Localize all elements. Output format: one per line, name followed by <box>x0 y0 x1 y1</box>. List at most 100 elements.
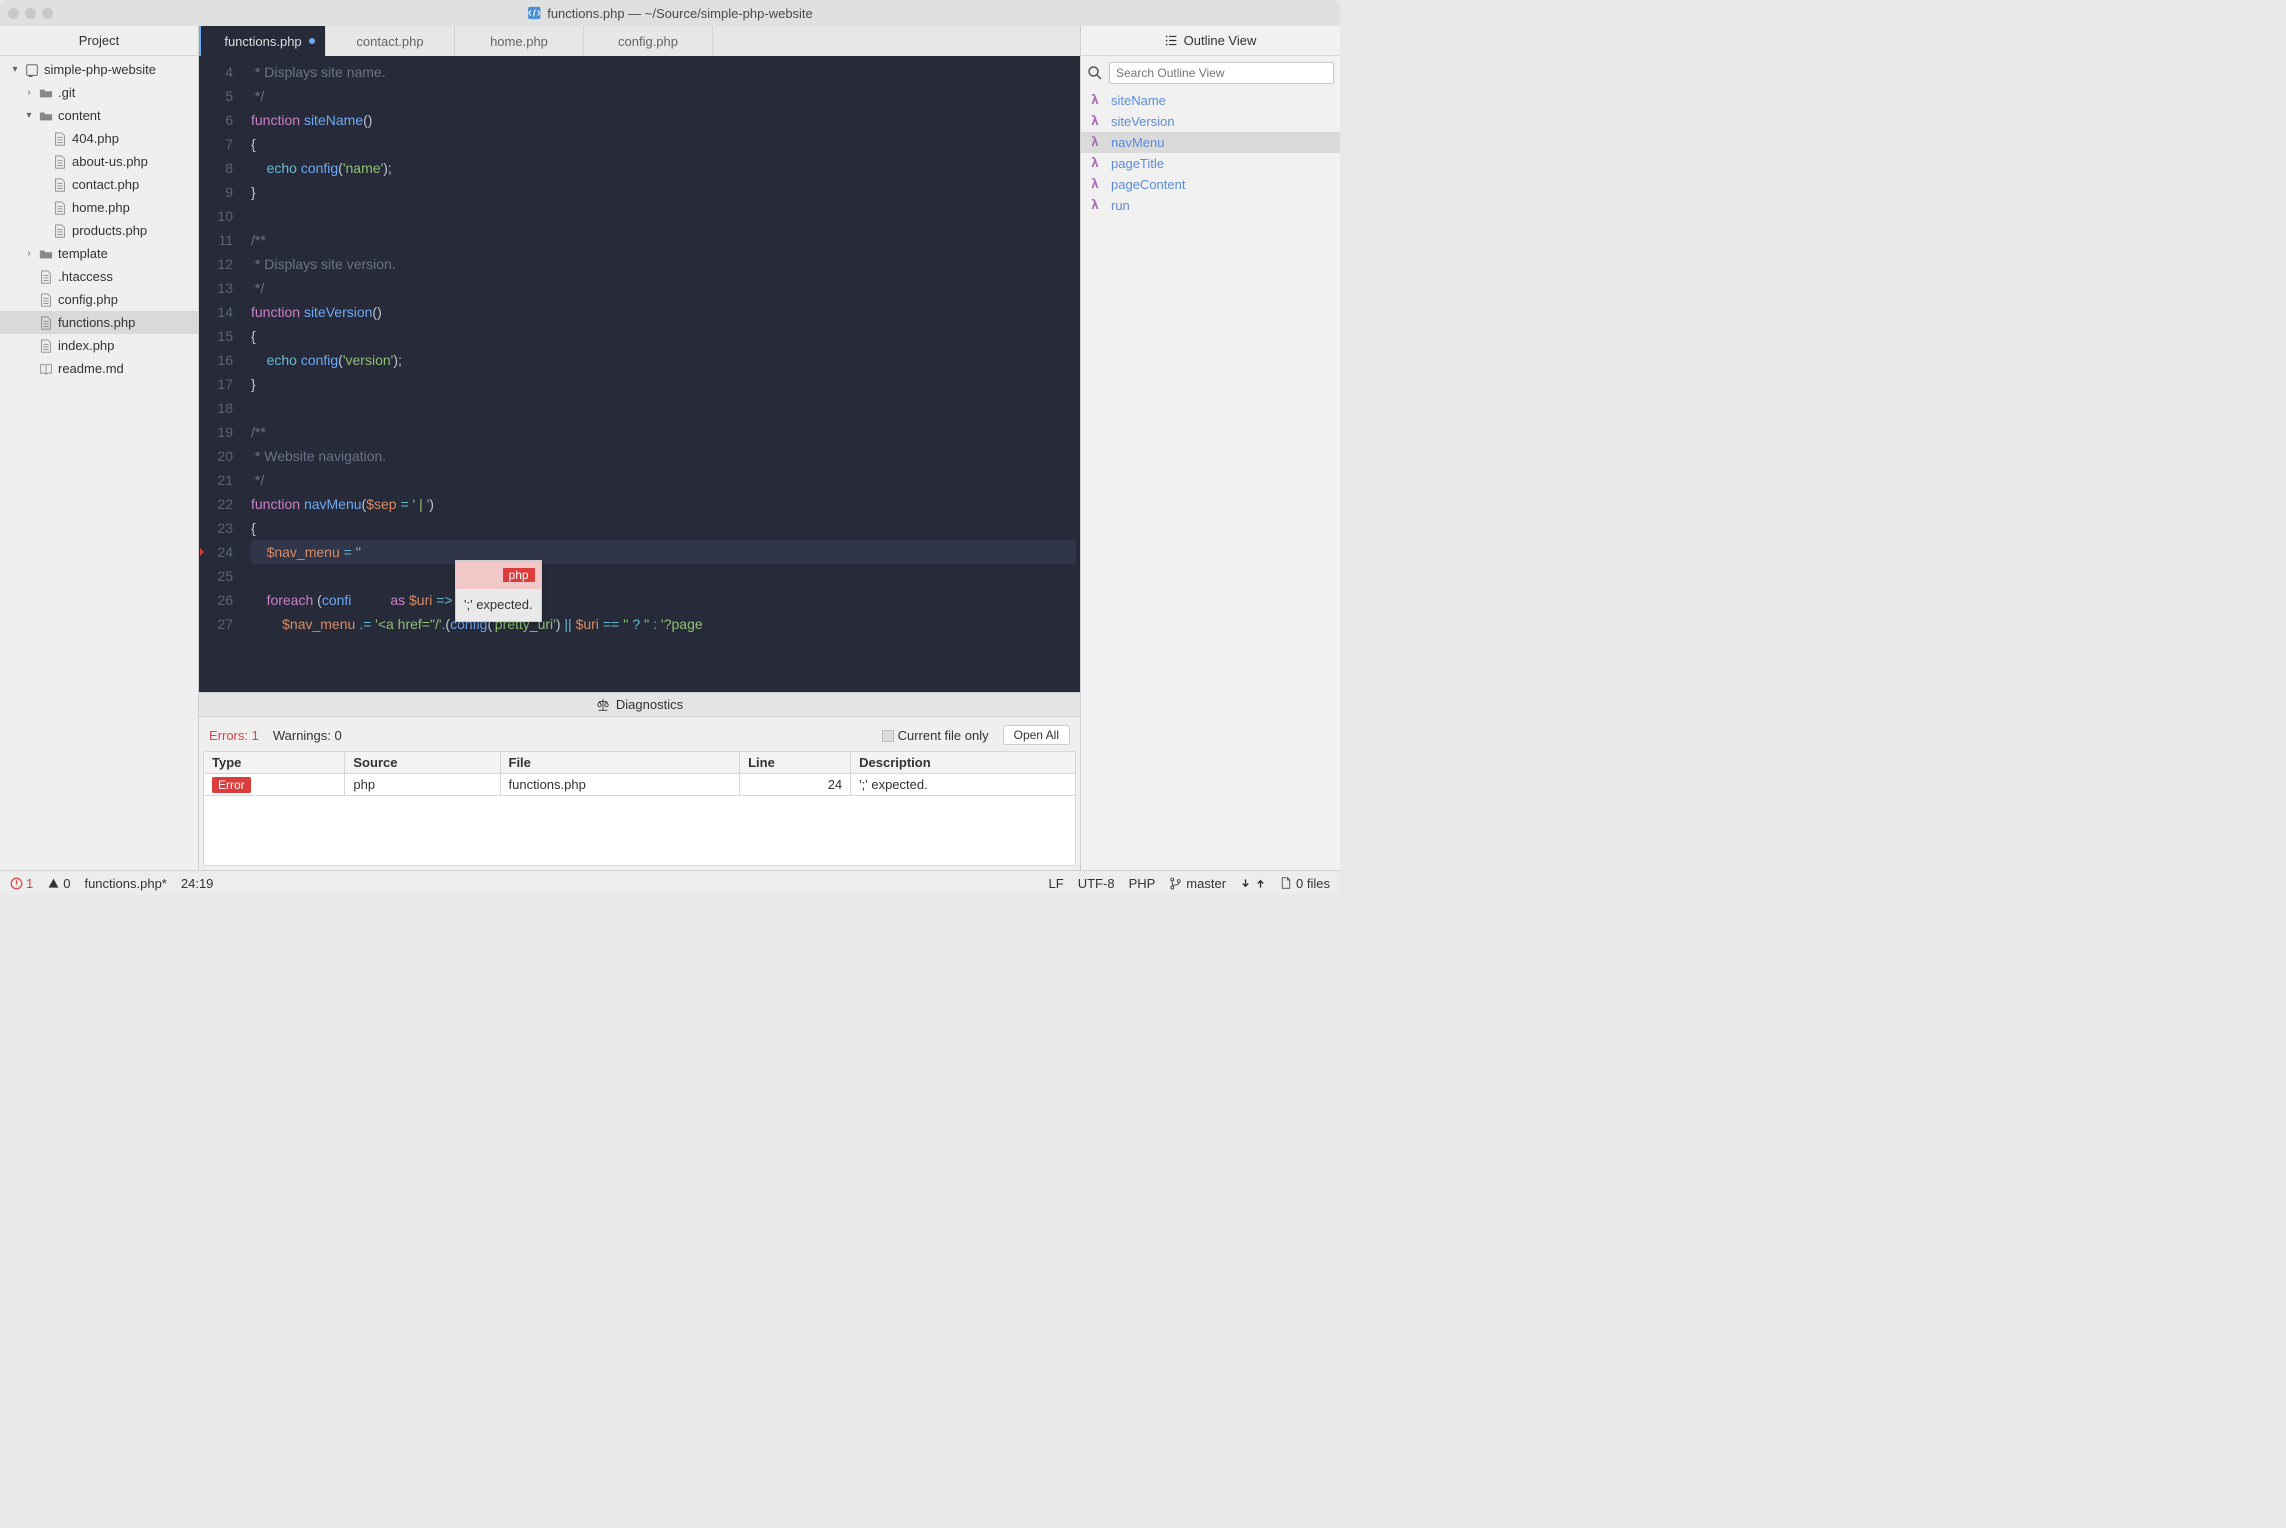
line-number: 4 <box>199 60 239 84</box>
error-icon <box>10 877 23 890</box>
code-line[interactable]: * Website navigation. <box>251 444 386 468</box>
code-line[interactable]: { <box>251 516 256 540</box>
error-badge: Error <box>212 777 251 793</box>
traffic-zoom-icon[interactable] <box>42 8 53 19</box>
status-eol[interactable]: LF <box>1049 876 1064 891</box>
code-line[interactable]: $nav_menu = '' <box>251 540 1076 564</box>
outline-item[interactable]: λsiteName <box>1081 90 1340 111</box>
code-line[interactable]: */ <box>251 84 264 108</box>
tooltip-lang-badge: php <box>503 568 535 582</box>
line-number: 13 <box>199 276 239 300</box>
outline-header[interactable]: Outline View <box>1081 26 1340 56</box>
tree-item[interactable]: config.php <box>0 288 198 311</box>
file-icon <box>52 224 68 238</box>
file-icon <box>1280 877 1292 889</box>
tree-item[interactable]: products.php <box>0 219 198 242</box>
outline-item[interactable]: λpageContent <box>1081 174 1340 195</box>
lambda-icon: λ <box>1091 177 1103 192</box>
status-language[interactable]: PHP <box>1129 876 1156 891</box>
line-number: 22 <box>199 492 239 516</box>
code-line[interactable]: echo config('name'); <box>251 156 392 180</box>
traffic-minimize-icon[interactable] <box>25 8 36 19</box>
code-line[interactable]: function siteVersion() <box>251 300 382 324</box>
status-file[interactable]: functions.php* <box>84 876 166 891</box>
outline-item[interactable]: λrun <box>1081 195 1340 216</box>
tree-item[interactable]: .htaccess <box>0 265 198 288</box>
status-git-branch[interactable]: master <box>1169 876 1226 891</box>
line-number: 9 <box>199 180 239 204</box>
tab-label: home.php <box>490 34 548 49</box>
tree-item[interactable]: contact.php <box>0 173 198 196</box>
outline-item[interactable]: λnavMenu <box>1081 132 1340 153</box>
diag-header[interactable]: Description <box>851 752 1076 774</box>
outline-item[interactable]: λsiteVersion <box>1081 111 1340 132</box>
tree-item[interactable]: ›template <box>0 242 198 265</box>
line-number: 23 <box>199 516 239 540</box>
code-line[interactable]: */ <box>251 468 264 492</box>
diag-row[interactable]: Errorphpfunctions.php24';' expected. <box>204 774 1076 796</box>
tree-item[interactable]: 404.php <box>0 127 198 150</box>
code-line[interactable]: { <box>251 132 256 156</box>
file-icon <box>52 155 68 169</box>
code-line[interactable]: /** <box>251 420 266 444</box>
project-header[interactable]: Project <box>0 26 198 56</box>
editor-tab[interactable]: home.php <box>455 26 584 56</box>
lambda-icon: λ <box>1091 135 1103 150</box>
code-line[interactable]: echo config('version'); <box>251 348 402 372</box>
diag-header[interactable]: Line <box>740 752 851 774</box>
diagnostics-header[interactable]: Diagnostics <box>199 692 1080 716</box>
code-line[interactable]: function navMenu($sep = ' | ') <box>251 492 434 516</box>
line-number: 6 <box>199 108 239 132</box>
editor[interactable]: 4 * Displays site name.5 */6function sit… <box>199 56 1080 692</box>
code-line[interactable]: * Displays site name. <box>251 60 386 84</box>
search-icon[interactable] <box>1087 65 1103 81</box>
outline-item[interactable]: λpageTitle <box>1081 153 1340 174</box>
tree-item[interactable]: ▾content <box>0 104 198 127</box>
traffic-close-icon[interactable] <box>8 8 19 19</box>
code-line[interactable]: } <box>251 180 256 204</box>
diag-header[interactable]: Source <box>345 752 500 774</box>
editor-tab[interactable]: functions.php <box>199 26 326 56</box>
tree-item[interactable]: index.php <box>0 334 198 357</box>
diag-header[interactable]: Type <box>204 752 345 774</box>
line-number: 24 <box>199 540 239 564</box>
code-line[interactable]: */ <box>251 276 264 300</box>
branch-icon <box>1169 877 1182 890</box>
diagnostics-table[interactable]: TypeSourceFileLineDescriptionErrorphpfun… <box>203 751 1076 796</box>
error-tooltip: php ';' expected. <box>455 560 542 622</box>
tree-label: .htaccess <box>58 269 113 284</box>
tree-label: simple-php-website <box>44 62 156 77</box>
line-number: 25 <box>199 564 239 588</box>
code-line[interactable]: { <box>251 324 256 348</box>
current-file-only-checkbox[interactable]: Current file only <box>882 728 989 743</box>
tree-item[interactable]: home.php <box>0 196 198 219</box>
code-line[interactable]: function siteName() <box>251 108 372 132</box>
line-number: 19 <box>199 420 239 444</box>
status-warnings[interactable]: 0 <box>47 876 70 891</box>
open-all-button[interactable]: Open All <box>1003 725 1070 745</box>
line-number: 14 <box>199 300 239 324</box>
window-controls[interactable] <box>8 8 53 19</box>
status-cursor-pos[interactable]: 24:19 <box>181 876 214 891</box>
project-tree[interactable]: ▾simple-php-website›.git▾content404.phpa… <box>0 56 198 870</box>
tree-item[interactable]: ›.git <box>0 81 198 104</box>
tree-item[interactable]: readme.md <box>0 357 198 380</box>
outline-list[interactable]: λsiteNameλsiteVersionλnavMenuλpageTitleλ… <box>1081 90 1340 216</box>
status-encoding[interactable]: UTF-8 <box>1078 876 1115 891</box>
titlebar: functions.php — ~/Source/simple-php-webs… <box>0 0 1340 26</box>
folder-icon <box>38 247 54 261</box>
status-files[interactable]: 0 files <box>1280 876 1330 891</box>
code-line[interactable]: } <box>251 372 256 396</box>
code-line[interactable]: * Displays site version. <box>251 252 396 276</box>
tree-item[interactable]: functions.php <box>0 311 198 334</box>
editor-tab[interactable]: config.php <box>584 26 713 56</box>
outline-search-input[interactable] <box>1109 62 1334 84</box>
code-line[interactable]: /** <box>251 228 266 252</box>
tree-item[interactable]: about-us.php <box>0 150 198 173</box>
tree-label: home.php <box>72 200 130 215</box>
status-fetch[interactable] <box>1240 878 1266 889</box>
editor-tab[interactable]: contact.php <box>326 26 455 56</box>
status-errors[interactable]: 1 <box>10 876 33 891</box>
diag-header[interactable]: File <box>500 752 740 774</box>
tree-item[interactable]: ▾simple-php-website <box>0 58 198 81</box>
